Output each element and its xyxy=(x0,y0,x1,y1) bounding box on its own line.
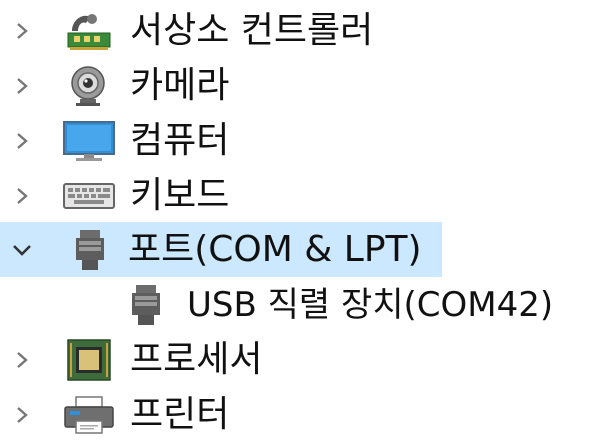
keyboard-icon xyxy=(62,174,115,218)
camera-icon xyxy=(64,64,114,108)
printer-icon xyxy=(62,393,114,437)
chevron-right-icon[interactable] xyxy=(10,129,34,153)
sound-controller-icon xyxy=(64,9,114,53)
tree-item-processor[interactable]: 프로세서 xyxy=(0,332,591,387)
tree-item-keyboard[interactable]: 키보드 xyxy=(0,168,591,223)
port-connector-icon xyxy=(64,228,114,272)
tree-item-label: 포트(COM & LPT) xyxy=(128,228,422,270)
tree-item-label: 컴퓨터 xyxy=(130,119,230,161)
tree-item-camera[interactable]: 카메라 xyxy=(0,58,591,113)
tree-item-label: 카메라 xyxy=(130,64,230,106)
chevron-right-icon[interactable] xyxy=(10,19,34,43)
port-connector-icon xyxy=(120,283,170,327)
computer-monitor-icon xyxy=(62,119,115,163)
tree-item-printer[interactable]: 프린터 xyxy=(0,387,591,441)
chevron-right-icon[interactable] xyxy=(10,403,34,427)
tree-item-label: USB 직렬 장치(COM42) xyxy=(187,284,554,325)
tree-item-label: 키보드 xyxy=(130,174,230,216)
chevron-right-icon[interactable] xyxy=(10,74,34,98)
device-tree: 서상소 컨트롤러 카메라 컴퓨터 키보드 포트(COM & LPT) USB 직… xyxy=(0,0,591,441)
processor-chip-icon xyxy=(64,338,114,382)
chevron-down-icon[interactable] xyxy=(10,238,34,262)
tree-item-label: 서상소 컨트롤러 xyxy=(130,9,374,51)
chevron-right-icon[interactable] xyxy=(10,348,34,372)
tree-item-label: 프로세서 xyxy=(130,338,263,380)
chevron-right-icon[interactable] xyxy=(10,184,34,208)
tree-item-usb-serial-device[interactable]: USB 직렬 장치(COM42) xyxy=(0,277,591,332)
tree-item-label: 프린터 xyxy=(130,393,230,435)
tree-item-ports[interactable]: 포트(COM & LPT) xyxy=(0,222,442,277)
tree-item-sound-controller[interactable]: 서상소 컨트롤러 xyxy=(0,3,591,58)
tree-item-computer[interactable]: 컴퓨터 xyxy=(0,113,591,168)
